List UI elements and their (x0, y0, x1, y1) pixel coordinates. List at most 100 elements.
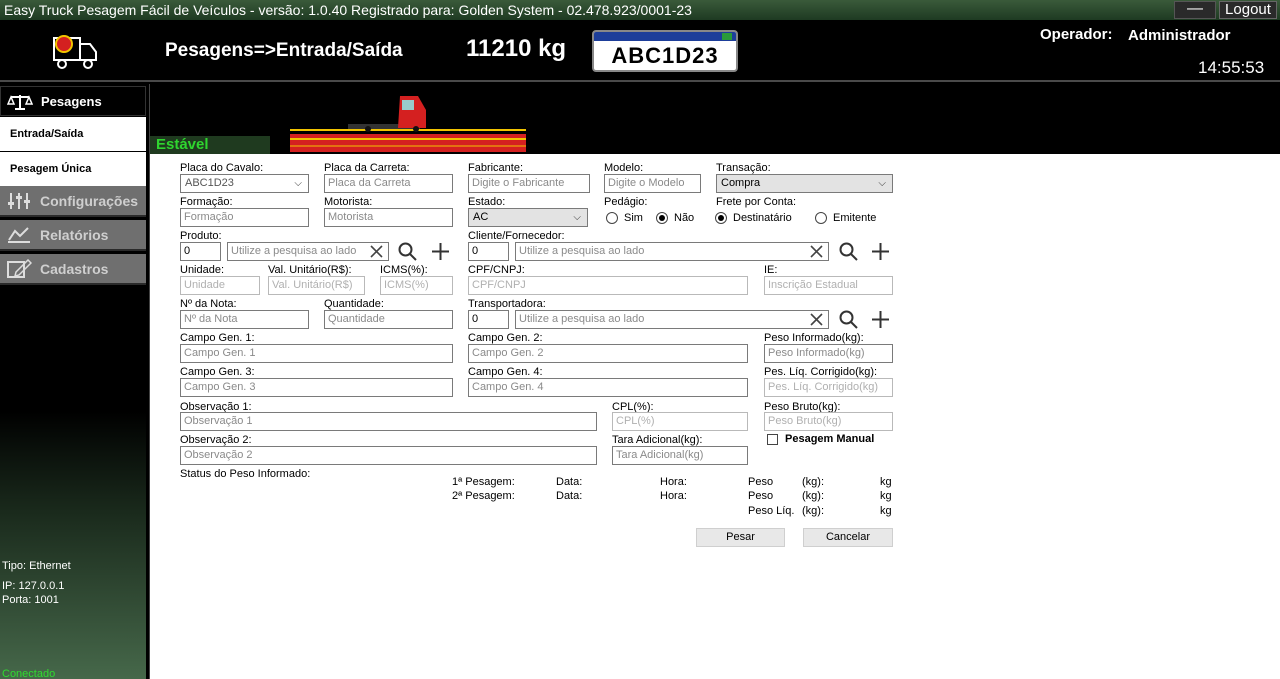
frete-destinatario-label: Destinatário (733, 212, 792, 224)
plate-number: ABC1D23 (611, 43, 719, 68)
pedagio-label: Pedágio: (604, 196, 648, 208)
campo4-input[interactable]: Campo Gen. 4 (468, 378, 748, 397)
cliente-label: Cliente/Fornecedor: (468, 230, 565, 242)
ie-label: IE: (764, 264, 778, 276)
campo1-label: Campo Gen. 1: (180, 332, 255, 344)
pesagem-manual-label: Pesagem Manual (785, 433, 875, 445)
search-produto-icon[interactable] (398, 242, 417, 261)
ie-input[interactable]: Inscrição Estadual (764, 276, 893, 295)
sidebar-item-pesagens[interactable]: Pesagens (0, 86, 146, 116)
transacao-select[interactable]: Compra ⌵ (716, 174, 893, 193)
operator-name: Administrador (1128, 27, 1231, 44)
placa-carreta-input[interactable]: Placa da Carreta (324, 174, 453, 193)
fabricante-label: Fabricante: (468, 162, 524, 174)
cancelar-button[interactable]: Cancelar (803, 528, 893, 547)
campo1-input[interactable]: Campo Gen. 1 (180, 344, 453, 363)
header: Pesagens=>Entrada/Saída 11210 kg ABC1D23… (0, 20, 1280, 82)
sidebar-item-label: Cadastros (40, 261, 109, 277)
pesagem-manual-checkbox[interactable] (767, 434, 778, 445)
peso-bruto-input[interactable]: Peso Bruto(kg) (764, 412, 893, 431)
pedagio-nao-radio[interactable] (656, 212, 668, 224)
primeira-data-label: Data: (556, 476, 583, 488)
pesar-button[interactable]: Pesar (696, 528, 785, 547)
formacao-label: Formação: (180, 196, 233, 208)
produto-code-input[interactable]: 0 (180, 242, 221, 261)
tara-input[interactable]: Tara Adicional(kg) (612, 446, 748, 465)
cpf-cnpj-label: CPF/CNPJ: (468, 264, 525, 276)
placa-cavalo-select[interactable]: ABC1D23 ⌵ (180, 174, 309, 193)
val-unitario-input[interactable]: Val. Unitário(R$) (268, 276, 365, 295)
search-cliente-icon[interactable] (839, 242, 858, 261)
produto-label: Produto: (180, 230, 222, 242)
primeira-pesagem-label: 1ª Pesagem: (452, 476, 515, 488)
quantidade-label: Quantidade: (324, 298, 384, 310)
add-transportadora-icon[interactable] (871, 310, 890, 329)
pes-liq-label: Pes. Líq. Corrigido(kg): (764, 366, 878, 378)
transacao-value: Compra (721, 177, 761, 189)
sidebar: Pesagens Entrada/Saída Pesagem Única Con… (0, 84, 146, 679)
app-window: Easy Truck Pesagem Fácil de Veículos - v… (0, 0, 1280, 679)
tara-label: Tara Adicional(kg): (612, 434, 703, 446)
sidebar-item-pesagem-unica[interactable]: Pesagem Única (0, 152, 146, 186)
sidebar-item-cadastros[interactable]: Cadastros (0, 254, 146, 285)
sidebar-item-relatorios[interactable]: Relatórios (0, 220, 146, 251)
chart-icon (8, 227, 30, 243)
campo3-input[interactable]: Campo Gen. 3 (180, 378, 453, 397)
title-bar: Easy Truck Pesagem Fácil de Veículos - v… (0, 0, 1280, 20)
modelo-label: Modelo: (604, 162, 644, 174)
cpl-input[interactable]: CPL(%) (612, 412, 748, 431)
modelo-input[interactable]: Digite o Modelo (604, 174, 701, 193)
motorista-label: Motorista: (324, 196, 373, 208)
cliente-code-input[interactable]: 0 (468, 242, 509, 261)
pes-liq-input[interactable]: Pes. Líq. Corrigido(kg) (764, 378, 893, 397)
plate-strip (594, 32, 736, 41)
cliente-search-input[interactable]: Utilize a pesquisa ao lado (515, 242, 829, 261)
clear-transportadora-icon[interactable] (810, 313, 823, 326)
obs2-label: Observação 2: (180, 434, 252, 446)
fabricante-input[interactable]: Digite o Fabricante (468, 174, 590, 193)
peso-liquido-kg-paren: (kg): (802, 505, 824, 517)
transportadora-search-input[interactable]: Utilize a pesquisa ao lado (515, 310, 829, 329)
cpf-cnpj-input[interactable]: CPF/CNPJ (468, 276, 748, 295)
motorista-input[interactable]: Motorista (324, 208, 453, 227)
sidebar-item-label: Configurações (40, 193, 139, 209)
frete-emitente-label: Emitente (833, 212, 877, 224)
frete-emitente-radio[interactable] (815, 212, 827, 224)
sliders-icon (8, 193, 30, 209)
pedagio-sim-label: Sim (624, 212, 643, 224)
sidebar-item-entrada-saida[interactable]: Entrada/Saída (0, 117, 146, 151)
truck-on-scale-icon (290, 96, 526, 152)
segunda-peso-label: Peso (748, 490, 774, 502)
page-title: Pesagens=>Entrada/Saída (165, 40, 403, 61)
truck-logo-icon (53, 35, 97, 69)
clear-produto-icon[interactable] (370, 245, 383, 258)
transacao-label: Transação: (716, 162, 771, 174)
frete-destinatario-radio[interactable] (715, 212, 727, 224)
connection-port: Porta: 1001 (2, 594, 59, 606)
obs2-input[interactable]: Observação 2 (180, 446, 597, 465)
peso-informado-input[interactable]: Peso Informado(kg) (764, 344, 893, 363)
obs1-input[interactable]: Observação 1 (180, 412, 597, 431)
icms-label: ICMS(%): (380, 264, 428, 276)
placa-carreta-label: Placa da Carreta: (324, 162, 410, 174)
campo2-input[interactable]: Campo Gen. 2 (468, 344, 748, 363)
status-peso-label: Status do Peso Informado: (180, 468, 311, 480)
nota-input[interactable]: Nº da Nota (180, 310, 309, 329)
sidebar-item-configuracoes[interactable]: Configurações (0, 186, 146, 217)
add-produto-icon[interactable] (431, 242, 450, 261)
estado-select[interactable]: AC ⌵ (468, 208, 588, 227)
transportadora-code-input[interactable]: 0 (468, 310, 509, 329)
unidade-input[interactable]: Unidade (180, 276, 260, 295)
pedagio-sim-radio[interactable] (606, 212, 618, 224)
search-transportadora-icon[interactable] (839, 310, 858, 329)
formacao-input[interactable]: Formação (180, 208, 309, 227)
primeira-hora-label: Hora: (660, 476, 687, 488)
logout-button[interactable]: Logout (1219, 1, 1277, 19)
clear-cliente-icon[interactable] (810, 245, 823, 258)
add-cliente-icon[interactable] (871, 242, 890, 261)
produto-search-input[interactable]: Utilize a pesquisa ao lado (227, 242, 389, 261)
edit-icon (7, 259, 32, 278)
minimize-button[interactable]: — (1174, 1, 1216, 19)
quantidade-input[interactable]: Quantidade (324, 310, 453, 329)
icms-input[interactable]: ICMS(%) (380, 276, 453, 295)
